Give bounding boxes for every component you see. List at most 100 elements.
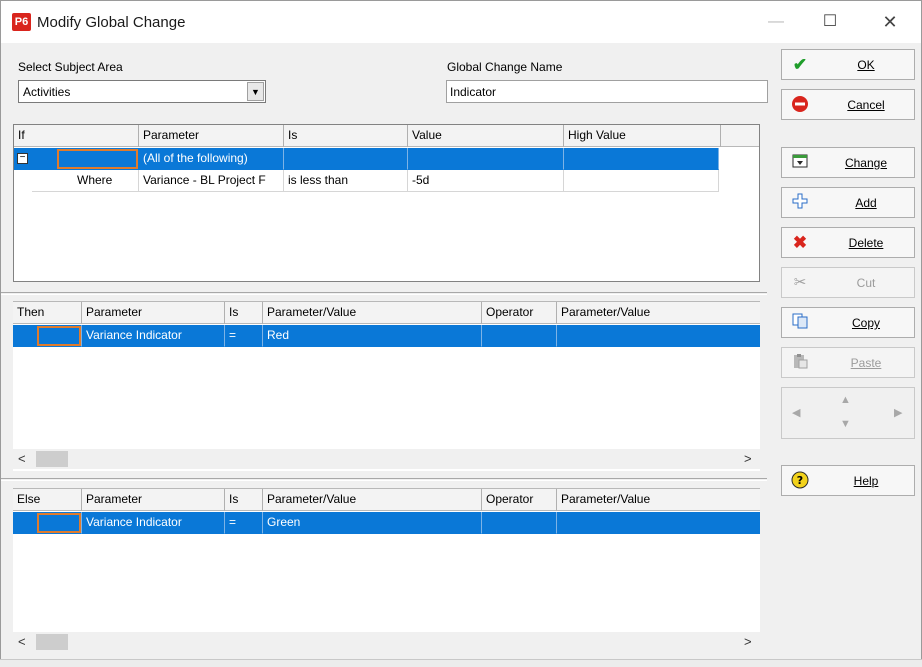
is-cell[interactable]: = — [225, 325, 263, 347]
scroll-right-arrow-icon[interactable]: > — [744, 451, 752, 466]
col-header-if[interactable]: If — [14, 125, 139, 147]
scroll-thumb[interactable] — [36, 451, 68, 467]
table-row[interactable]: Where Variance - BL Project F is less th… — [14, 170, 719, 192]
maximize-button[interactable]: ☐ — [807, 7, 853, 37]
change-button[interactable]: Change — [781, 147, 915, 178]
is-cell[interactable] — [284, 148, 408, 170]
delete-button-label: Delete — [848, 236, 884, 250]
col-header-then[interactable]: Then — [13, 302, 82, 324]
col-header-value[interactable]: Value — [408, 125, 564, 147]
table-row[interactable]: Variance Indicator = Red — [13, 325, 760, 347]
is-cell[interactable]: is less than — [284, 170, 408, 192]
col-header-is[interactable]: Is — [284, 125, 408, 147]
help-button[interactable]: ? Help — [781, 465, 915, 496]
ok-button[interactable]: ✔ OK — [781, 49, 915, 80]
change-icon — [790, 153, 810, 173]
copy-button[interactable]: Copy — [781, 307, 915, 338]
move-left-arrow-icon[interactable]: ◀ — [792, 406, 800, 419]
value-cell[interactable] — [408, 148, 564, 170]
paste-button[interactable]: Paste — [781, 347, 915, 378]
svg-text:?: ? — [797, 474, 803, 487]
plus-icon — [790, 193, 810, 213]
parameter-cell[interactable]: Variance - BL Project F — [139, 170, 284, 192]
if-grid-header: If Parameter Is Value High Value — [14, 125, 759, 147]
is-cell[interactable]: = — [225, 512, 263, 534]
change-button-label: Change — [844, 156, 888, 170]
parameter-value-2-cell[interactable] — [557, 325, 760, 347]
col-header-parameter[interactable]: Parameter — [82, 489, 225, 511]
else-actions-grid[interactable]: Else Parameter Is Parameter/Value Operat… — [13, 488, 760, 636]
move-up-arrow-icon[interactable]: ▲ — [840, 394, 851, 406]
then-horizontal-scrollbar[interactable]: < > — [13, 449, 760, 469]
copy-button-label: Copy — [851, 316, 880, 330]
operator-cell[interactable] — [482, 325, 557, 347]
cancel-button[interactable]: Cancel — [781, 89, 915, 120]
where-cell[interactable]: Where — [32, 170, 139, 192]
focused-cell-outline — [37, 513, 81, 533]
move-right-arrow-icon[interactable]: ▶ — [894, 406, 902, 419]
scroll-left-arrow-icon[interactable]: < — [18, 451, 26, 466]
modify-global-change-dialog: P6 Modify Global Change — ☐ ✕ Select Sub… — [0, 0, 922, 660]
cut-button-label: Cut — [856, 276, 876, 290]
parameter-value-cell[interactable]: Green — [263, 512, 482, 534]
parameter-value-cell[interactable]: Red — [263, 325, 482, 347]
col-header-parameter-value[interactable]: Parameter/Value — [263, 489, 482, 511]
focused-cell-outline — [57, 149, 138, 169]
x-icon: ✖ — [792, 233, 808, 252]
minimize-button[interactable]: — — [753, 7, 799, 37]
table-row[interactable]: − (All of the following) — [14, 148, 719, 170]
value-cell[interactable]: -5d — [408, 170, 564, 192]
title-bar[interactable]: P6 Modify Global Change — ☐ ✕ — [1, 1, 921, 43]
subject-area-value: Activities — [23, 85, 71, 99]
high-value-cell[interactable] — [564, 170, 719, 192]
col-header-parameter[interactable]: Parameter — [82, 302, 225, 324]
high-value-cell[interactable] — [564, 148, 719, 170]
move-down-arrow-icon[interactable]: ▼ — [840, 418, 851, 430]
col-header-is[interactable]: Is — [225, 302, 263, 324]
else-horizontal-scrollbar[interactable]: < > — [13, 632, 760, 652]
help-button-label: Help — [853, 474, 879, 488]
col-header-operator[interactable]: Operator — [482, 489, 557, 511]
copy-icon — [790, 313, 810, 333]
col-header-parameter-value-2[interactable]: Parameter/Value — [557, 302, 760, 324]
parameter-value-2-cell[interactable] — [557, 512, 760, 534]
then-actions-grid[interactable]: Then Parameter Is Parameter/Value Operat… — [13, 301, 760, 471]
table-row[interactable]: Variance Indicator = Green — [13, 512, 760, 534]
close-button[interactable]: ✕ — [867, 7, 913, 37]
add-button[interactable]: Add — [781, 187, 915, 218]
checkmark-icon: ✔ — [792, 55, 808, 74]
parameter-cell[interactable]: (All of the following) — [139, 148, 284, 170]
paste-button-label: Paste — [850, 356, 882, 370]
col-header-parameter-value-2[interactable]: Parameter/Value — [557, 489, 760, 511]
scroll-thumb[interactable] — [36, 634, 68, 650]
if-conditions-grid[interactable]: If Parameter Is Value High Value − (All … — [13, 124, 760, 282]
focused-cell-outline — [37, 326, 81, 346]
global-change-name-input[interactable]: Indicator — [446, 80, 768, 103]
col-header-high-value[interactable]: High Value — [564, 125, 721, 147]
scroll-left-arrow-icon[interactable]: < — [18, 634, 26, 649]
ok-button-label: OK — [857, 58, 875, 72]
col-header-parameter[interactable]: Parameter — [139, 125, 284, 147]
cut-button[interactable]: ✂ Cut — [781, 267, 915, 298]
add-button-label: Add — [855, 196, 877, 210]
col-header-is[interactable]: Is — [225, 489, 263, 511]
section-splitter[interactable] — [1, 478, 767, 481]
col-header-operator[interactable]: Operator — [482, 302, 557, 324]
subject-area-select[interactable]: Activities ▼ — [18, 80, 266, 103]
parameter-cell[interactable]: Variance Indicator — [82, 325, 225, 347]
then-grid-header: Then Parameter Is Parameter/Value Operat… — [13, 302, 760, 324]
scroll-right-arrow-icon[interactable]: > — [744, 634, 752, 649]
col-header-else[interactable]: Else — [13, 489, 82, 511]
no-entry-icon — [790, 95, 810, 115]
dropdown-arrow-icon[interactable]: ▼ — [247, 82, 264, 101]
scissors-icon: ✂ — [793, 274, 807, 291]
p6-logo-icon: P6 — [12, 13, 31, 31]
else-grid-header: Else Parameter Is Parameter/Value Operat… — [13, 489, 760, 511]
section-splitter[interactable] — [1, 292, 767, 295]
col-header-parameter-value[interactable]: Parameter/Value — [263, 302, 482, 324]
parameter-cell[interactable]: Variance Indicator — [82, 512, 225, 534]
delete-button[interactable]: ✖ Delete — [781, 227, 915, 258]
background-window-strip-bottom — [0, 659, 922, 667]
operator-cell[interactable] — [482, 512, 557, 534]
move-arrows-pad: ◀ ▲ ▼ ▶ — [781, 387, 915, 439]
